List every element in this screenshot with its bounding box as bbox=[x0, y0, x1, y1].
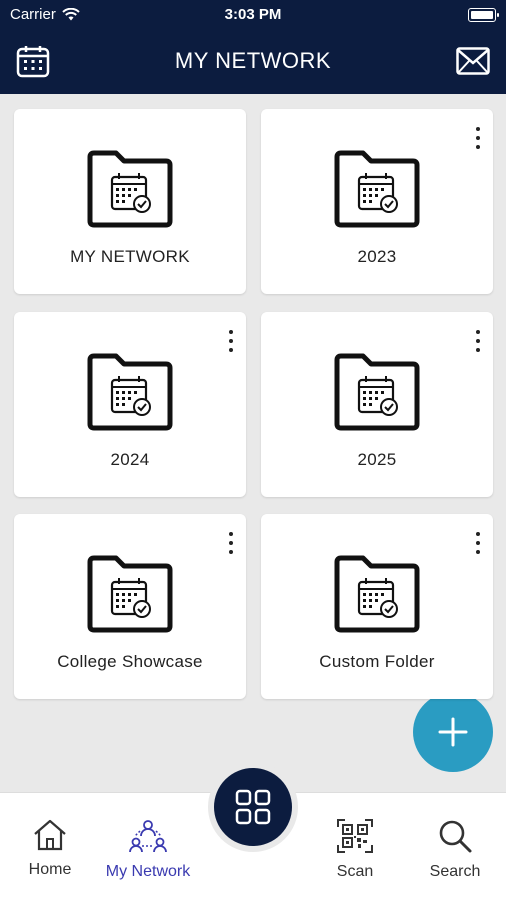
folder-card[interactable]: MY NETWORK bbox=[14, 109, 246, 294]
folder-calendar-icon bbox=[333, 554, 421, 634]
battery-icon bbox=[468, 8, 499, 22]
mail-icon[interactable] bbox=[456, 47, 490, 75]
folder-label: 2025 bbox=[357, 450, 397, 469]
folder-label: College Showcase bbox=[57, 652, 203, 671]
tab-scan-label: Scan bbox=[336, 863, 374, 880]
tab-home[interactable]: Home bbox=[0, 818, 100, 879]
status-time: 3:03 PM bbox=[224, 6, 282, 23]
more-options-icon[interactable] bbox=[473, 532, 483, 554]
tab-my-network[interactable]: My Network bbox=[98, 818, 198, 881]
qr-code-icon bbox=[337, 819, 373, 853]
tab-my-network-label: My Network bbox=[105, 863, 191, 880]
add-folder-button[interactable] bbox=[413, 692, 493, 772]
folder-calendar-icon bbox=[86, 554, 174, 634]
tab-scan[interactable]: Scan bbox=[305, 818, 405, 881]
tab-home-label: Home bbox=[28, 861, 72, 878]
folder-calendar-icon bbox=[333, 352, 421, 432]
folder-card[interactable]: 2024 bbox=[14, 312, 246, 497]
plus-icon bbox=[438, 717, 468, 747]
home-icon bbox=[34, 819, 66, 851]
folder-card[interactable]: Custom Folder bbox=[261, 514, 493, 699]
search-icon bbox=[439, 820, 472, 853]
folder-label: Custom Folder bbox=[319, 652, 435, 671]
top-bar: Carrier 3:03 PM MY NETWORK bbox=[0, 0, 506, 94]
folder-card[interactable]: 2023 bbox=[261, 109, 493, 294]
folder-label: 2024 bbox=[110, 450, 150, 469]
status-bar: Carrier 3:03 PM bbox=[0, 0, 506, 30]
folder-label: 2023 bbox=[357, 247, 397, 266]
network-icon bbox=[129, 820, 167, 853]
folder-card[interactable]: 2025 bbox=[261, 312, 493, 497]
tab-search-label: Search bbox=[429, 863, 481, 880]
more-options-icon[interactable] bbox=[473, 330, 483, 352]
center-menu-button[interactable] bbox=[208, 762, 298, 852]
page-title: MY NETWORK bbox=[174, 48, 332, 73]
folder-calendar-icon bbox=[86, 149, 174, 229]
folder-calendar-icon bbox=[86, 352, 174, 432]
folder-label: MY NETWORK bbox=[70, 247, 190, 266]
more-options-icon[interactable] bbox=[473, 127, 483, 149]
tab-search[interactable]: Search bbox=[405, 818, 505, 881]
more-options-icon[interactable] bbox=[226, 532, 236, 554]
folder-card[interactable]: College Showcase bbox=[14, 514, 246, 699]
folder-calendar-icon bbox=[333, 149, 421, 229]
more-options-icon[interactable] bbox=[226, 330, 236, 352]
grid-icon bbox=[235, 789, 271, 825]
